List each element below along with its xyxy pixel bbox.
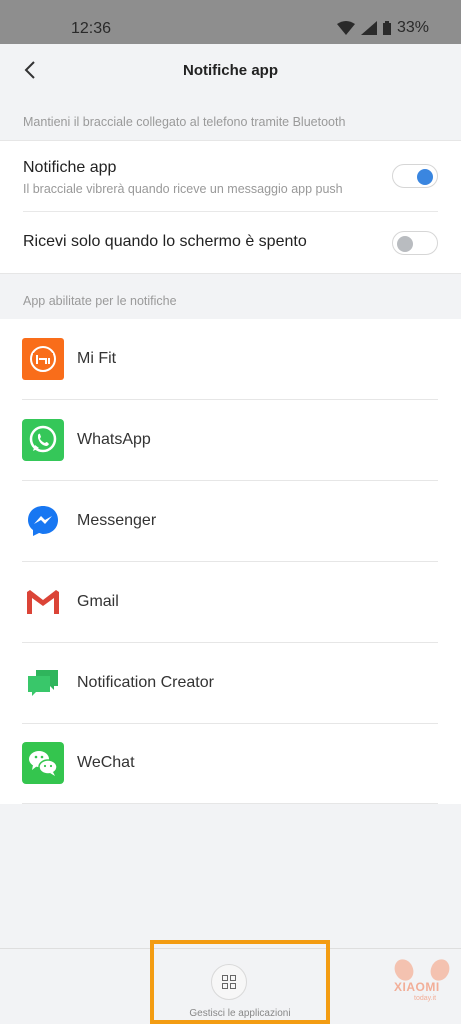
apps-list: Mi Fit WhatsApp Messenger Gmail Notifica… xyxy=(0,319,461,804)
watermark-sub: today.it xyxy=(414,995,437,1002)
app-header: Notifiche app xyxy=(0,44,461,96)
app-row-notification-creator[interactable]: Notification Creator xyxy=(0,643,461,724)
app-name: Mi Fit xyxy=(77,350,117,367)
settings-card: Notifiche app Il bracciale vibrerà quand… xyxy=(0,140,461,274)
app-name: Gmail xyxy=(77,593,119,610)
setting-app-notifications[interactable]: Notifiche app Il bracciale vibrerà quand… xyxy=(0,141,461,211)
whatsapp-icon xyxy=(22,419,64,461)
app-row-whatsapp[interactable]: WhatsApp xyxy=(0,400,461,481)
app-row-wechat[interactable]: WeChat xyxy=(0,723,461,804)
app-name: WeChat xyxy=(77,754,135,771)
setting-subtitle: Il bracciale vibrerà quando riceve un me… xyxy=(23,182,343,196)
watermark-logo: XIAOMI today.it xyxy=(386,958,458,1022)
app-name: WhatsApp xyxy=(77,431,151,448)
mi-fit-icon xyxy=(22,338,64,380)
screen-off-toggle[interactable] xyxy=(392,231,438,255)
setting-screen-off-only[interactable]: Ricevi solo quando lo schermo è spento xyxy=(0,212,461,274)
status-icons: 33% xyxy=(336,19,429,37)
battery-percent: 33% xyxy=(396,19,429,36)
setting-title: Ricevi solo quando lo schermo è spento xyxy=(23,233,307,250)
section-label-bluetooth: Mantieni il bracciale collegato al telef… xyxy=(23,115,346,129)
status-bar: 12:36 33% xyxy=(0,0,461,44)
app-row-messenger[interactable]: Messenger xyxy=(0,481,461,562)
app-row-mi-fit[interactable]: Mi Fit xyxy=(0,319,461,400)
manage-apps-label: Gestisci le applicazioni xyxy=(189,1008,291,1019)
manage-apps-button[interactable]: Gestisci le applicazioni xyxy=(150,940,330,1024)
signal-icon xyxy=(360,21,377,35)
section-label-apps: App abilitate per le notifiche xyxy=(23,294,177,308)
divider xyxy=(22,803,438,804)
chat-bubbles-icon xyxy=(22,662,64,704)
app-name: Notification Creator xyxy=(77,674,214,691)
app-row-gmail[interactable]: Gmail xyxy=(0,562,461,643)
gmail-icon xyxy=(22,581,64,623)
messenger-icon xyxy=(22,500,64,542)
status-time: 12:36 xyxy=(71,20,112,37)
app-notifications-toggle[interactable] xyxy=(392,164,438,188)
page-title: Notifiche app xyxy=(182,62,278,79)
wifi-icon xyxy=(336,21,355,35)
watermark-brand: XIAOMI xyxy=(394,980,440,994)
setting-title: Notifiche app xyxy=(23,159,117,176)
battery-icon xyxy=(382,21,391,35)
app-name: Messenger xyxy=(77,512,157,529)
wechat-icon xyxy=(22,742,64,784)
grid-icon xyxy=(211,964,247,1000)
